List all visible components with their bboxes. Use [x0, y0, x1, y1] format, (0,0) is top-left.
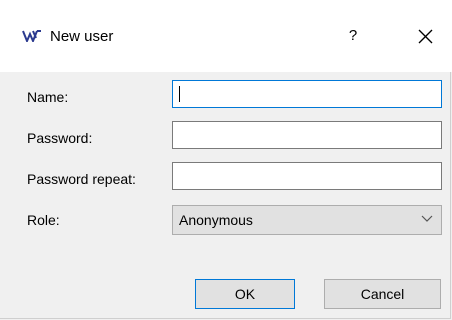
role-select[interactable]: Anonymous [172, 205, 442, 235]
text-caret [179, 86, 180, 102]
name-field[interactable] [172, 80, 442, 108]
cancel-button[interactable]: Cancel [324, 279, 441, 309]
password-field[interactable] [172, 121, 442, 149]
title-bar: New user ? [0, 0, 452, 72]
app-logo-icon [22, 30, 41, 42]
password-repeat-field[interactable] [172, 162, 442, 190]
role-label: Role: [27, 212, 60, 228]
new-user-dialog: New user ? Name: Password: Password repe… [0, 0, 452, 319]
dialog-title: New user [50, 28, 114, 45]
close-icon[interactable] [410, 22, 440, 50]
role-selected-value: Anonymous [179, 212, 253, 228]
name-label: Name: [27, 89, 69, 105]
ok-button[interactable]: OK [195, 279, 295, 309]
chevron-down-icon [421, 215, 433, 222]
password-label: Password: [27, 130, 93, 146]
help-button[interactable]: ? [338, 22, 368, 50]
password-repeat-label: Password repeat: [27, 171, 136, 187]
